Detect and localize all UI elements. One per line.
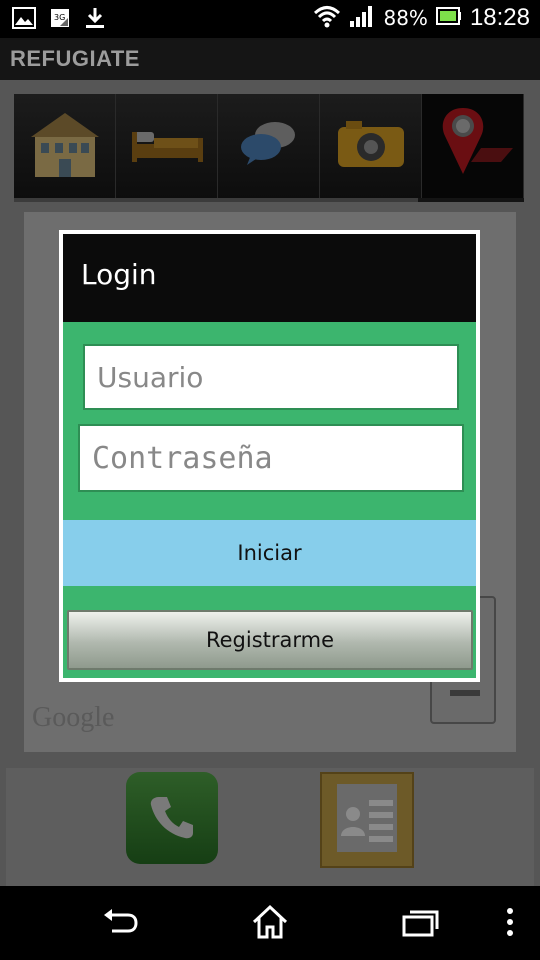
register-button[interactable]: Registrarme (67, 610, 473, 670)
download-icon (84, 6, 106, 34)
status-right: 88% 18:28 (313, 4, 530, 32)
toolbar-item-shelters[interactable] (14, 94, 116, 198)
toolbar-underline (14, 198, 418, 202)
camera-icon (336, 119, 406, 173)
battery-percent: 88% (383, 6, 428, 30)
recent-apps-button[interactable] (400, 904, 440, 944)
phone-icon (147, 791, 197, 845)
home-button[interactable] (250, 904, 290, 944)
login-dialog-header: Login (63, 234, 476, 322)
battery-icon (435, 6, 462, 30)
login-dialog-body: Login Usuario Contraseña Iniciar Registr… (63, 234, 476, 678)
more-vert-icon (506, 907, 514, 941)
dialog-title: Login (81, 258, 157, 291)
home-icon (250, 904, 290, 944)
chat-icon (239, 119, 299, 173)
clock: 18:28 (469, 4, 530, 31)
back-button[interactable] (100, 904, 140, 944)
feature-toolbar (14, 94, 524, 202)
3g-icon: 3G (50, 8, 70, 32)
login-button[interactable]: Iniciar (63, 520, 476, 586)
svg-text:3G: 3G (54, 13, 65, 22)
toolbar-item-map[interactable] (422, 94, 524, 198)
toolbar-item-lodging[interactable] (116, 94, 218, 198)
google-attribution: Google (32, 702, 115, 733)
wifi-icon (313, 4, 341, 32)
gallery-icon (12, 7, 36, 33)
call-button[interactable] (126, 772, 218, 864)
recent-apps-icon (400, 907, 440, 941)
username-input[interactable]: Usuario (83, 344, 459, 410)
contact-card-icon (335, 782, 399, 858)
status-bar: 3G 88% 18:28 (0, 0, 540, 38)
bed-icon (130, 124, 204, 168)
status-left: 3G (12, 6, 106, 34)
password-input[interactable]: Contraseña (78, 424, 464, 492)
bottom-tray (6, 768, 534, 886)
overflow-menu-button[interactable] (492, 904, 528, 944)
toolbar-item-camera[interactable] (320, 94, 422, 198)
signal-icon (349, 4, 375, 32)
back-icon (100, 907, 140, 941)
house-icon (25, 107, 105, 185)
login-dialog: Login Usuario Contraseña Iniciar Registr… (59, 230, 480, 682)
contacts-button[interactable] (320, 772, 414, 868)
toolbar-item-chat[interactable] (218, 94, 320, 198)
app-title: REFUGIATE (10, 46, 140, 71)
navigation-bar (0, 886, 540, 960)
zoom-out-icon[interactable] (450, 690, 480, 696)
app-header: REFUGIATE (0, 38, 540, 80)
map-pin-icon (431, 104, 515, 188)
